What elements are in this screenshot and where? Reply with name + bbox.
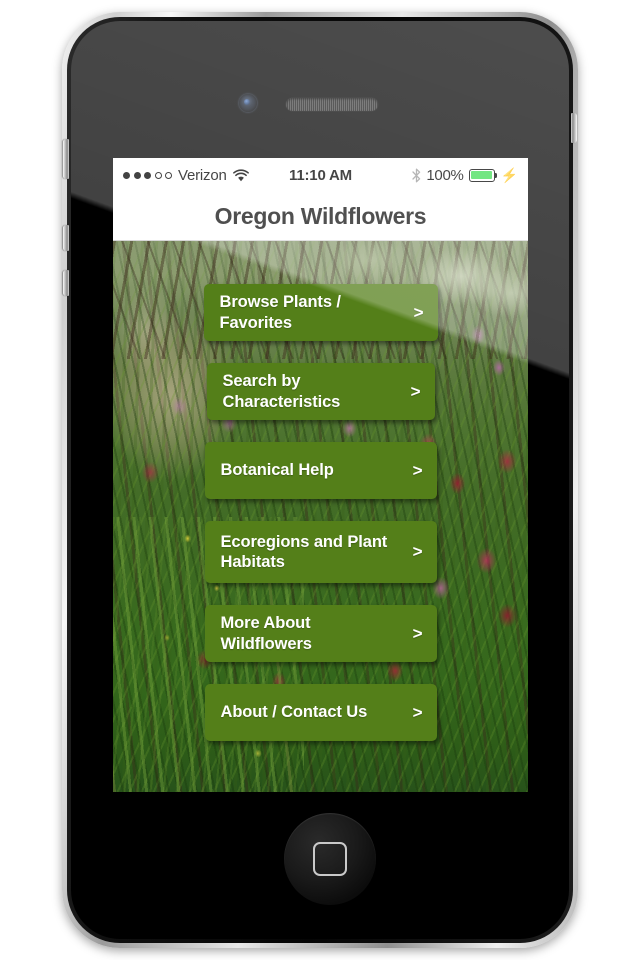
chevron-right-icon: > [412,542,423,561]
chevron-right-icon: > [412,623,423,643]
home-button[interactable] [284,813,376,905]
status-bar: Verizon 11:10 AM 100% ⚡ [113,158,528,192]
volume-down-button[interactable] [63,270,69,296]
home-square-icon [313,842,347,876]
battery-fill [470,170,493,180]
menu-item-about-contact-us[interactable]: About / Contact Us > [204,684,437,741]
mute-switch[interactable] [63,139,69,179]
menu-item-ecoregions-and-plant-habitats[interactable]: Ecoregions and Plant Habitats > [204,521,437,583]
menu-item-label: More About Wildflowers [220,614,312,653]
page-title: Oregon Wildflowers [214,202,427,229]
chevron-right-icon: > [412,702,423,722]
menu-item-label: About / Contact Us [220,703,368,722]
power-button[interactable] [571,113,577,143]
menu-item-label: Botanical Help [220,461,334,480]
phone-screen: Verizon 11:10 AM 100% ⚡ Oregon Wildflowe… [113,158,528,792]
battery-icon [468,168,497,182]
chevron-right-icon: > [412,460,423,480]
chevron-right-icon: > [410,381,421,401]
menu-item-search-by-characteristics[interactable]: Search by Characteristics > [206,363,435,420]
menu-item-label: Search by Characteristics [222,372,341,411]
bluetooth-icon [412,168,421,182]
main-menu: Browse Plants / Favorites > Search by Ch… [113,241,528,763]
battery-percent-label: 100% [426,166,464,184]
main-content: Browse Plants / Favorites > Search by Ch… [113,241,528,792]
menu-item-label: Ecoregions and Plant Habitats [220,532,388,571]
menu-item-botanical-help[interactable]: Botanical Help > [204,442,437,499]
status-bar-right: 100% ⚡ [412,167,518,184]
chevron-right-icon: > [413,302,424,322]
navigation-bar: Oregon Wildflowers [113,192,528,241]
front-camera-icon [239,94,257,112]
menu-item-browse-plants[interactable]: Browse Plants / Favorites > [203,284,438,341]
charging-bolt-icon: ⚡ [500,167,518,183]
menu-item-more-about-wildflowers[interactable]: More About Wildflowers > [204,605,437,662]
volume-up-button[interactable] [63,225,69,251]
earpiece-speaker-icon [286,98,378,111]
menu-item-label: Browse Plants / Favorites [219,293,341,332]
